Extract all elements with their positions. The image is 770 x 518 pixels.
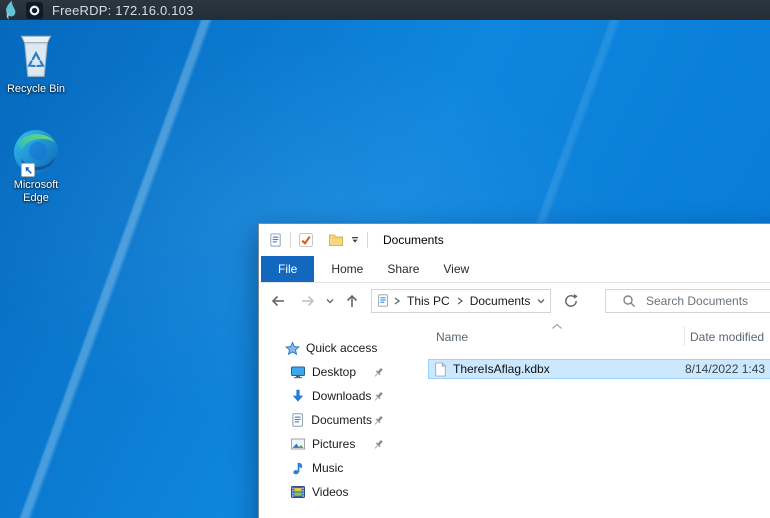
sidebar-item-documents[interactable]: Documents <box>259 408 421 432</box>
explorer-window-title: Documents <box>383 233 444 247</box>
tab-file[interactable]: File <box>261 256 315 282</box>
sidebar-item-label: Videos <box>312 485 349 499</box>
monitor-icon <box>291 366 305 379</box>
edge-icon <box>14 130 58 174</box>
kali-dragon-icon <box>6 0 16 20</box>
file-list-pane: Name Date modified ThereIsAflag.kdbx 8/1… <box>421 318 770 518</box>
sidebar-item-label: Documents <box>311 413 372 427</box>
shortcut-arrow-icon <box>21 163 35 177</box>
window-document-icon <box>270 233 281 247</box>
navigation-pane: Quick access Desktop Downloads Documents… <box>259 318 421 518</box>
sidebar-item-videos[interactable]: Videos <box>259 480 421 504</box>
tab-view[interactable]: View <box>431 256 481 282</box>
sidebar-item-label: Downloads <box>312 389 372 403</box>
download-arrow-icon <box>292 389 304 402</box>
sidebar-item-music[interactable]: Music <box>259 456 421 480</box>
desktop-icon-recycle-bin[interactable]: Recycle Bin <box>0 30 72 96</box>
file-page-icon <box>435 361 447 376</box>
edge-label: Microsoft Edge <box>13 179 59 204</box>
music-note-icon <box>293 462 303 475</box>
separator <box>290 232 291 248</box>
recent-locations-chevron-icon[interactable] <box>325 296 335 306</box>
pin-icon <box>372 390 385 403</box>
sidebar-item-quick-access[interactable]: Quick access <box>259 336 421 360</box>
search-box[interactable] <box>605 288 770 313</box>
sidebar-item-label: Music <box>312 461 344 475</box>
star-icon <box>285 340 300 355</box>
column-headers: Name Date modified <box>421 323 770 349</box>
address-bar[interactable]: This PC Documents <box>371 288 551 313</box>
separator <box>367 232 368 248</box>
pin-icon <box>372 438 385 451</box>
freerdp-icon <box>26 1 43 19</box>
pin-icon <box>372 366 385 379</box>
tab-share[interactable]: Share <box>375 256 431 282</box>
sort-ascending-icon <box>552 323 562 329</box>
qat-dropdown-icon[interactable] <box>350 235 360 245</box>
file-date-modified: 8/14/2022 1:43 <box>685 362 766 376</box>
pin-icon <box>372 414 385 427</box>
freerdp-titlebar: FreeRDP: 172.16.0.103 <box>0 0 770 20</box>
tab-home[interactable]: Home <box>319 256 375 282</box>
checkmark-icon[interactable] <box>298 232 314 248</box>
breadcrumb-this-pc[interactable]: This PC <box>404 294 453 308</box>
document-icon <box>292 413 303 427</box>
forward-icon[interactable] <box>299 292 317 310</box>
sidebar-item-desktop[interactable]: Desktop <box>259 360 421 384</box>
sidebar-item-downloads[interactable]: Downloads <box>259 384 421 408</box>
refresh-icon[interactable] <box>563 293 579 309</box>
desktop-icon-microsoft-edge[interactable]: Microsoft Edge <box>0 126 72 205</box>
search-input[interactable] <box>646 293 770 308</box>
sidebar-item-label: Desktop <box>312 365 357 379</box>
file-row-kdbx[interactable]: ThereIsAflag.kdbx 8/14/2022 1:43 <box>428 359 770 379</box>
breadcrumb-chevron-icon <box>457 296 463 305</box>
address-toolbar: This PC Documents <box>259 283 770 318</box>
breadcrumb-documents[interactable]: Documents <box>467 294 534 308</box>
recycle-bin-label: Recycle Bin <box>6 83 66 95</box>
file-name: ThereIsAflag.kdbx <box>453 362 550 376</box>
column-header-name[interactable]: Name <box>436 330 468 344</box>
recycle-bin-icon <box>20 35 52 78</box>
search-icon <box>623 294 636 307</box>
folder-icon[interactable] <box>328 233 344 247</box>
explorer-titlebar: Documents <box>259 224 770 256</box>
film-icon <box>291 486 305 498</box>
up-icon[interactable] <box>343 292 361 310</box>
breadcrumb-chevron-icon <box>394 296 401 305</box>
back-icon[interactable] <box>269 292 287 310</box>
desktop-wallpaper: Recycle Bin Microsoft Edge Documents Fil… <box>0 20 770 518</box>
column-header-date-modified[interactable]: Date modified <box>690 330 764 344</box>
sidebar-item-onedrive[interactable]: OneDrive - Personal <box>259 513 421 518</box>
sidebar-item-label: Pictures <box>312 437 356 451</box>
address-dropdown-chevron-icon[interactable] <box>536 296 546 306</box>
file-explorer-window: Documents File Home Share View This PC D… <box>258 223 770 518</box>
address-location-icon <box>378 294 388 307</box>
freerdp-window-title: FreeRDP: 172.16.0.103 <box>52 2 194 18</box>
ribbon-tabs: File Home Share View <box>259 256 770 283</box>
column-divider <box>684 326 685 346</box>
sidebar-item-label: Quick access <box>306 341 378 355</box>
picture-icon <box>291 438 305 450</box>
sidebar-item-pictures[interactable]: Pictures <box>259 432 421 456</box>
